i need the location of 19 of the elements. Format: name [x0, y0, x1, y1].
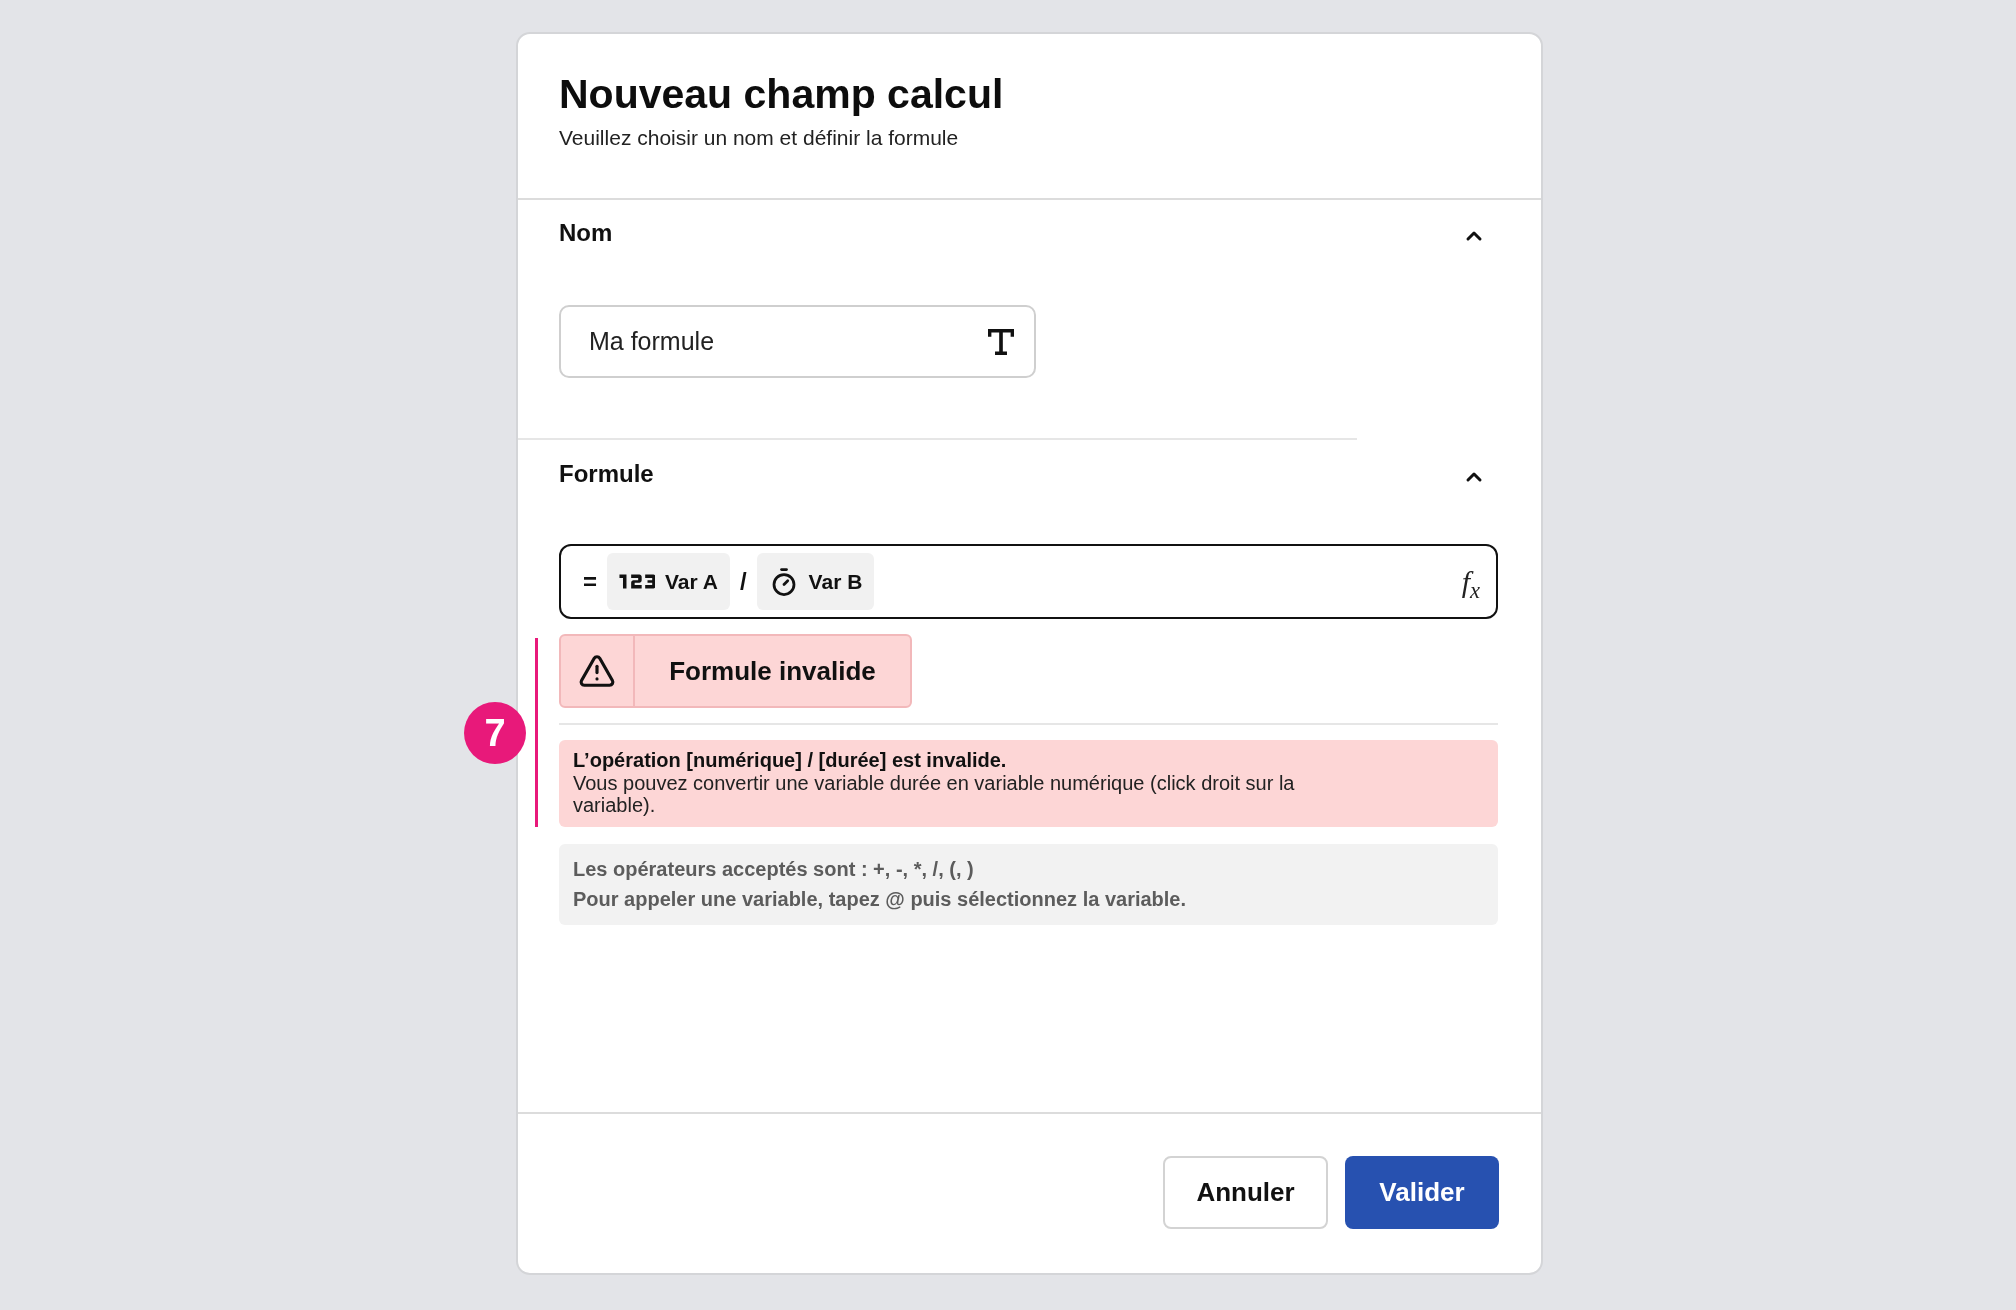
section-title: Formule — [559, 459, 654, 489]
function-button[interactable]: f$_{x}$ — [1457, 559, 1484, 604]
help-text: Pour appeler une variable, tapez @ puis sélectionnez la variable. — [573, 887, 1188, 912]
status-text: Formule invalide — [669, 654, 876, 688]
error-title: L’opération [numérique] / [durée] est invalide. — [573, 748, 1008, 772]
variable-chip[interactable]: Var B — [756, 553, 875, 610]
text-type-icon — [988, 328, 1014, 355]
warning-icon — [578, 652, 616, 690]
cancel-button[interactable]: Annuler — [1163, 1156, 1328, 1229]
section-title: Nom — [559, 218, 613, 248]
error-message: Vous pouvez convertir une variable durée en variable numérique (click droit sur la variable). — [573, 772, 1296, 816]
name-input-field[interactable]: Ma formule — [559, 305, 1036, 378]
step-number-marker: 7 — [464, 702, 526, 764]
dialog-subtitle: Veuillez choisir un nom et définir la formule — [559, 125, 960, 151]
formula-operator: = — [582, 566, 598, 597]
help-text: Les opérateurs acceptés sont : +, -, *, /, (, ) — [573, 857, 975, 882]
dialog-title: Nouveau champ calcul — [559, 70, 1005, 118]
validate-button[interactable]: Valider — [1345, 1156, 1499, 1229]
formula-operator: / — [738, 566, 748, 597]
